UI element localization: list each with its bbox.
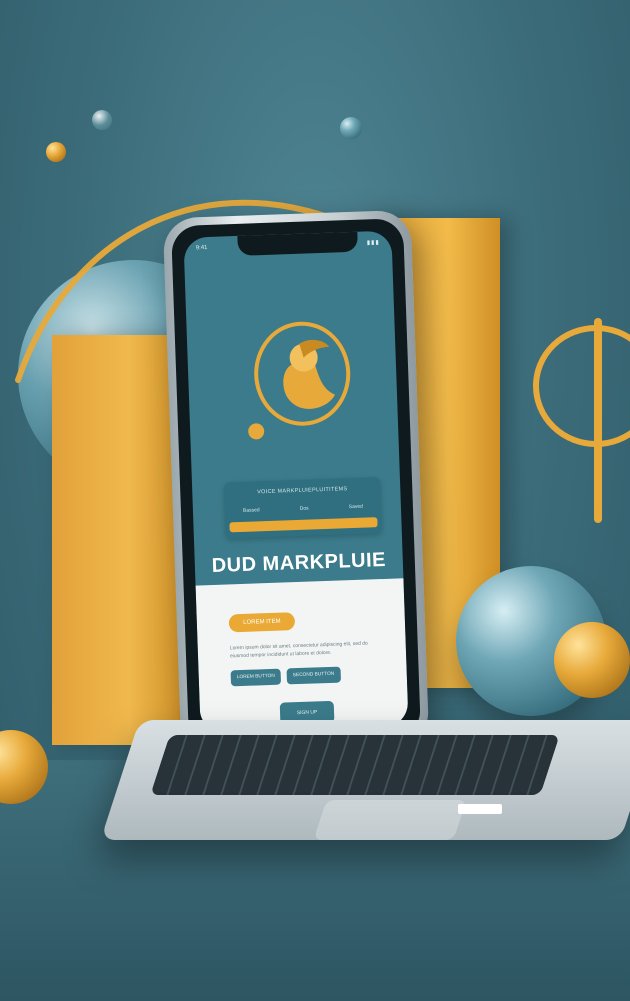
phone-bezel: 9:41 ▮▮▮ VOICE MARKPLUIEPLUITITEMS Basse… [170,218,422,746]
laptop-keyboard [150,735,560,795]
gold-sculpture-icon [248,321,351,440]
secondary-button[interactable]: LOREM BUTTON [230,668,282,687]
phone-device: 9:41 ▮▮▮ VOICE MARKPLUIEPLUITITEMS Basse… [162,209,430,755]
phone-screen: 9:41 ▮▮▮ VOICE MARKPLUIEPLUITITEMS Basse… [183,230,409,734]
phone-notch [237,231,359,256]
teal-sphere-small [340,117,362,139]
laptop-led-strip [458,804,502,814]
stats-card-labels: Bassed Dos Saved [243,504,363,514]
laptop-trackpad [313,800,467,840]
primary-button[interactable]: LOREM ITEM [228,612,296,633]
scene: 9:41 ▮▮▮ VOICE MARKPLUIEPLUITITEMS Basse… [0,0,630,1001]
stats-card: VOICE MARKPLUIEPLUITITEMS Bassed Dos Sav… [223,477,382,539]
gold-sphere-large [554,622,630,698]
status-icons: ▮▮▮ [366,239,380,247]
phone-title: DUD MARKPLUIE [195,548,404,577]
gold-ring-right [533,318,630,523]
stats-card-heading: VOICE MARKPLUIEPLUITITEMS [257,486,348,496]
secondary-button[interactable]: SECOND BUTTON [286,666,341,685]
status-time: 9:41 [195,244,208,252]
glass-sphere [92,110,112,130]
stats-card-progress-bar [229,517,378,533]
gold-sphere-small [46,142,66,162]
stats-card-label: Saved [348,503,364,511]
phone-title-text: DUD MARKPLUIE [211,548,387,577]
stats-card-label: Bassed [242,507,260,514]
stats-card-label: Dos [299,505,309,512]
